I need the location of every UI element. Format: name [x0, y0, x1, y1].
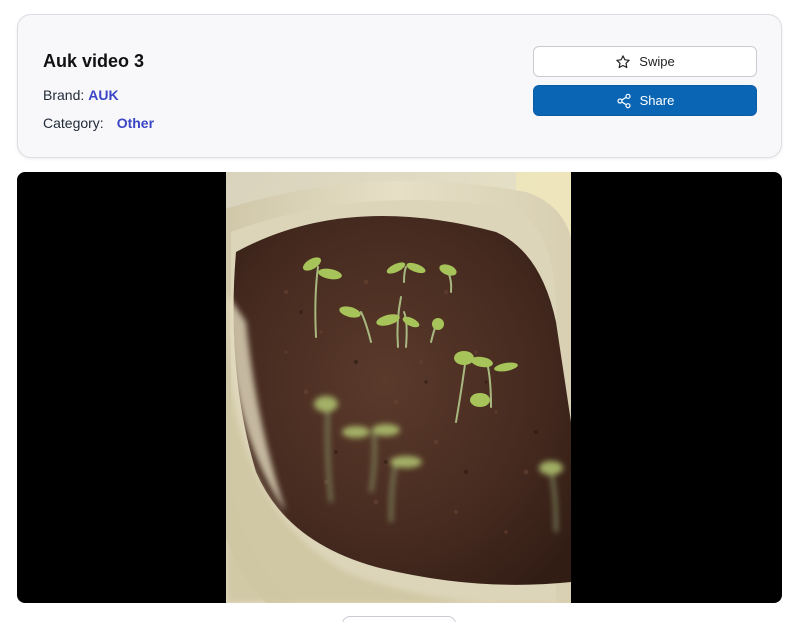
video-frame[interactable]: [226, 172, 571, 603]
brand-row: Brand: AUK: [43, 87, 119, 103]
share-icon: [616, 93, 632, 109]
category-link[interactable]: Other: [117, 115, 154, 131]
share-button-label: Share: [639, 93, 675, 108]
brand-label: Brand:: [43, 87, 85, 103]
video-player[interactable]: [17, 172, 782, 603]
category-row: Category: Other: [43, 115, 154, 131]
seedling-tray-image: [226, 172, 571, 603]
category-label: Category:: [43, 115, 104, 131]
star-icon: [615, 54, 631, 70]
bottom-action-button[interactable]: [342, 616, 456, 622]
swipe-button[interactable]: Swipe: [533, 46, 757, 77]
share-button[interactable]: Share: [533, 85, 757, 116]
swipe-button-label: Swipe: [639, 54, 675, 69]
brand-link[interactable]: AUK: [88, 87, 118, 103]
video-title: Auk video 3: [43, 51, 145, 71]
video-info-card: Auk video 3 Brand: AUK Category: Other Swi…: [17, 14, 782, 158]
